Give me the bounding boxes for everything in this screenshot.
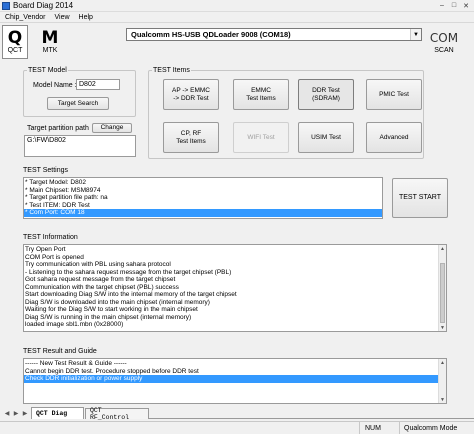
status-main xyxy=(0,422,360,434)
mtk-mode-label: MTK xyxy=(42,47,58,54)
com-port-value: Qualcomm HS-USB QDLoader 9008 (COM18) xyxy=(131,30,291,39)
list-item: * Main Chipset: MSM8974 xyxy=(25,186,101,194)
com-port-select[interactable]: Qualcomm HS-USB QDLoader 9008 (COM18) ▼ xyxy=(126,28,422,41)
tab-qct-rf-control[interactable]: QCT RF_Control xyxy=(85,407,149,421)
cp-rf-test-items-button[interactable]: CP, RF Test Items xyxy=(163,122,219,153)
window-title: Board Diag 2014 xyxy=(13,1,74,10)
pmic-test-button[interactable]: PMIC Test xyxy=(366,79,422,110)
list-item: * Target Model: D802 xyxy=(25,179,86,186)
log-line: Waiting for the Diag S/W to start workin… xyxy=(25,306,198,313)
target-search-button[interactable]: Target Search xyxy=(47,97,109,110)
com-scan-button[interactable]: COM SCAN xyxy=(428,25,460,59)
advanced-button[interactable]: Advanced xyxy=(366,122,422,153)
menu-view[interactable]: View xyxy=(54,14,69,21)
qct-mode-label: QCT xyxy=(7,47,23,54)
title-bar: Board Diag 2014 – □ ✕ xyxy=(0,0,474,12)
result-line: ------ New Test Result & Guide ------ xyxy=(25,360,127,367)
scroll-up-icon[interactable]: ▲ xyxy=(439,245,446,252)
qct-mode-button[interactable]: Q QCT xyxy=(2,25,28,59)
log-line: Communication with the target chipset (P… xyxy=(25,283,179,291)
emmc-test-items-button[interactable]: EMMC Test Items xyxy=(233,79,289,110)
log-line: Diag S/W is running in the main chipset … xyxy=(25,313,192,321)
test-result-list[interactable]: ------ New Test Result & Guide ------ Ca… xyxy=(23,358,447,404)
test-settings-label: TEST Settings xyxy=(23,167,69,174)
minimize-icon[interactable]: – xyxy=(436,1,448,10)
scroll-down-icon[interactable]: ▼ xyxy=(439,324,446,331)
status-mode: Qualcomm Mode xyxy=(404,424,458,432)
result-scrollbar[interactable]: ▲ ▼ xyxy=(438,359,446,403)
menu-help[interactable]: Help xyxy=(79,14,93,21)
log-line: loaded image sbl1.mbn (0x28000) xyxy=(25,321,124,328)
result-line: Cannot begin DDR test. Procedure stopped… xyxy=(25,367,199,375)
test-start-button[interactable]: TEST START xyxy=(392,178,448,218)
log-scrollbar[interactable]: ▲ ▼ xyxy=(438,245,446,331)
mtk-mode-letter: M xyxy=(41,28,59,48)
tab-first-icon[interactable]: ▶ xyxy=(21,408,29,418)
qct-mode-letter: Q xyxy=(7,28,23,48)
partition-path-field[interactable]: G:\FW\D802 xyxy=(24,135,136,157)
model-name-label: Model Name : xyxy=(33,82,77,89)
result-line-selected: Check DDR initialization or power supply xyxy=(24,375,438,383)
log-line: Got sahara request message from the targ… xyxy=(25,276,176,283)
change-partition-button[interactable]: Change xyxy=(92,123,132,133)
test-information-label: TEST Information xyxy=(23,234,78,241)
app-icon xyxy=(2,1,10,10)
chevron-down-icon[interactable]: ▼ xyxy=(410,29,421,40)
tab-qct-diag[interactable]: QCT Diag xyxy=(31,407,84,419)
usim-test-button[interactable]: USIM Test xyxy=(298,122,354,153)
scroll-thumb[interactable] xyxy=(440,263,445,323)
list-item: * Target partition file path: na xyxy=(25,194,108,201)
log-line: Diag S/W is downloaded into the main chi… xyxy=(25,298,210,306)
com-scan-top: COM xyxy=(429,31,459,45)
model-name-input[interactable]: D802 xyxy=(76,79,120,90)
tab-strip-line xyxy=(149,418,474,419)
status-num: NUM xyxy=(360,422,400,434)
test-information-log[interactable]: Try Open Port COM Port is opened Try com… xyxy=(23,244,447,332)
com-scan-label: SCAN xyxy=(434,47,454,54)
scroll-up-icon[interactable]: ▲ xyxy=(439,359,446,366)
window-controls: – □ ✕ xyxy=(436,1,472,10)
partition-path-label: Target partition path xyxy=(27,125,89,132)
log-line: COM Port is opened xyxy=(25,253,84,261)
test-settings-list[interactable]: * Target Model: D802 * Main Chipset: MSM… xyxy=(23,177,383,219)
log-line: Try Open Port xyxy=(25,246,66,253)
maximize-icon[interactable]: □ xyxy=(448,1,460,10)
test-model-legend: TEST Model xyxy=(28,67,67,74)
status-bar: NUM Qualcomm Mode xyxy=(0,421,474,434)
tab-prev-icon[interactable]: ◀ xyxy=(3,408,11,418)
wifi-test-button: WIFI Test xyxy=(233,122,289,153)
ap-emmc-ddr-test-button[interactable]: AP -> EMMC -> DDR Test xyxy=(163,79,219,110)
log-line: Try communication with PBL using sahara … xyxy=(25,261,171,268)
menu-bar: Chip_Vendor View Help xyxy=(0,12,474,23)
test-result-label: TEST Result and Guide xyxy=(23,348,97,355)
main-window: Board Diag 2014 – □ ✕ Chip_Vendor View H… xyxy=(0,0,474,434)
scroll-down-icon[interactable]: ▼ xyxy=(439,396,446,403)
log-line: - Listening to the sahara request messag… xyxy=(25,268,232,276)
menu-chip-vendor[interactable]: Chip_Vendor xyxy=(5,14,45,21)
close-icon[interactable]: ✕ xyxy=(460,1,472,10)
mtk-mode-button[interactable]: M MTK xyxy=(37,25,63,59)
test-items-legend: TEST Items xyxy=(153,67,190,74)
tab-next-icon[interactable]: ▶ xyxy=(12,408,20,418)
list-item-selected: * Com Port: COM 18 xyxy=(24,209,382,217)
ddr-test-button[interactable]: DDR Test (SDRAM) xyxy=(298,79,354,110)
list-item: * Test ITEM: DDR Test xyxy=(25,201,90,209)
log-line: Start downloading Diag S/W into the inte… xyxy=(25,291,237,298)
